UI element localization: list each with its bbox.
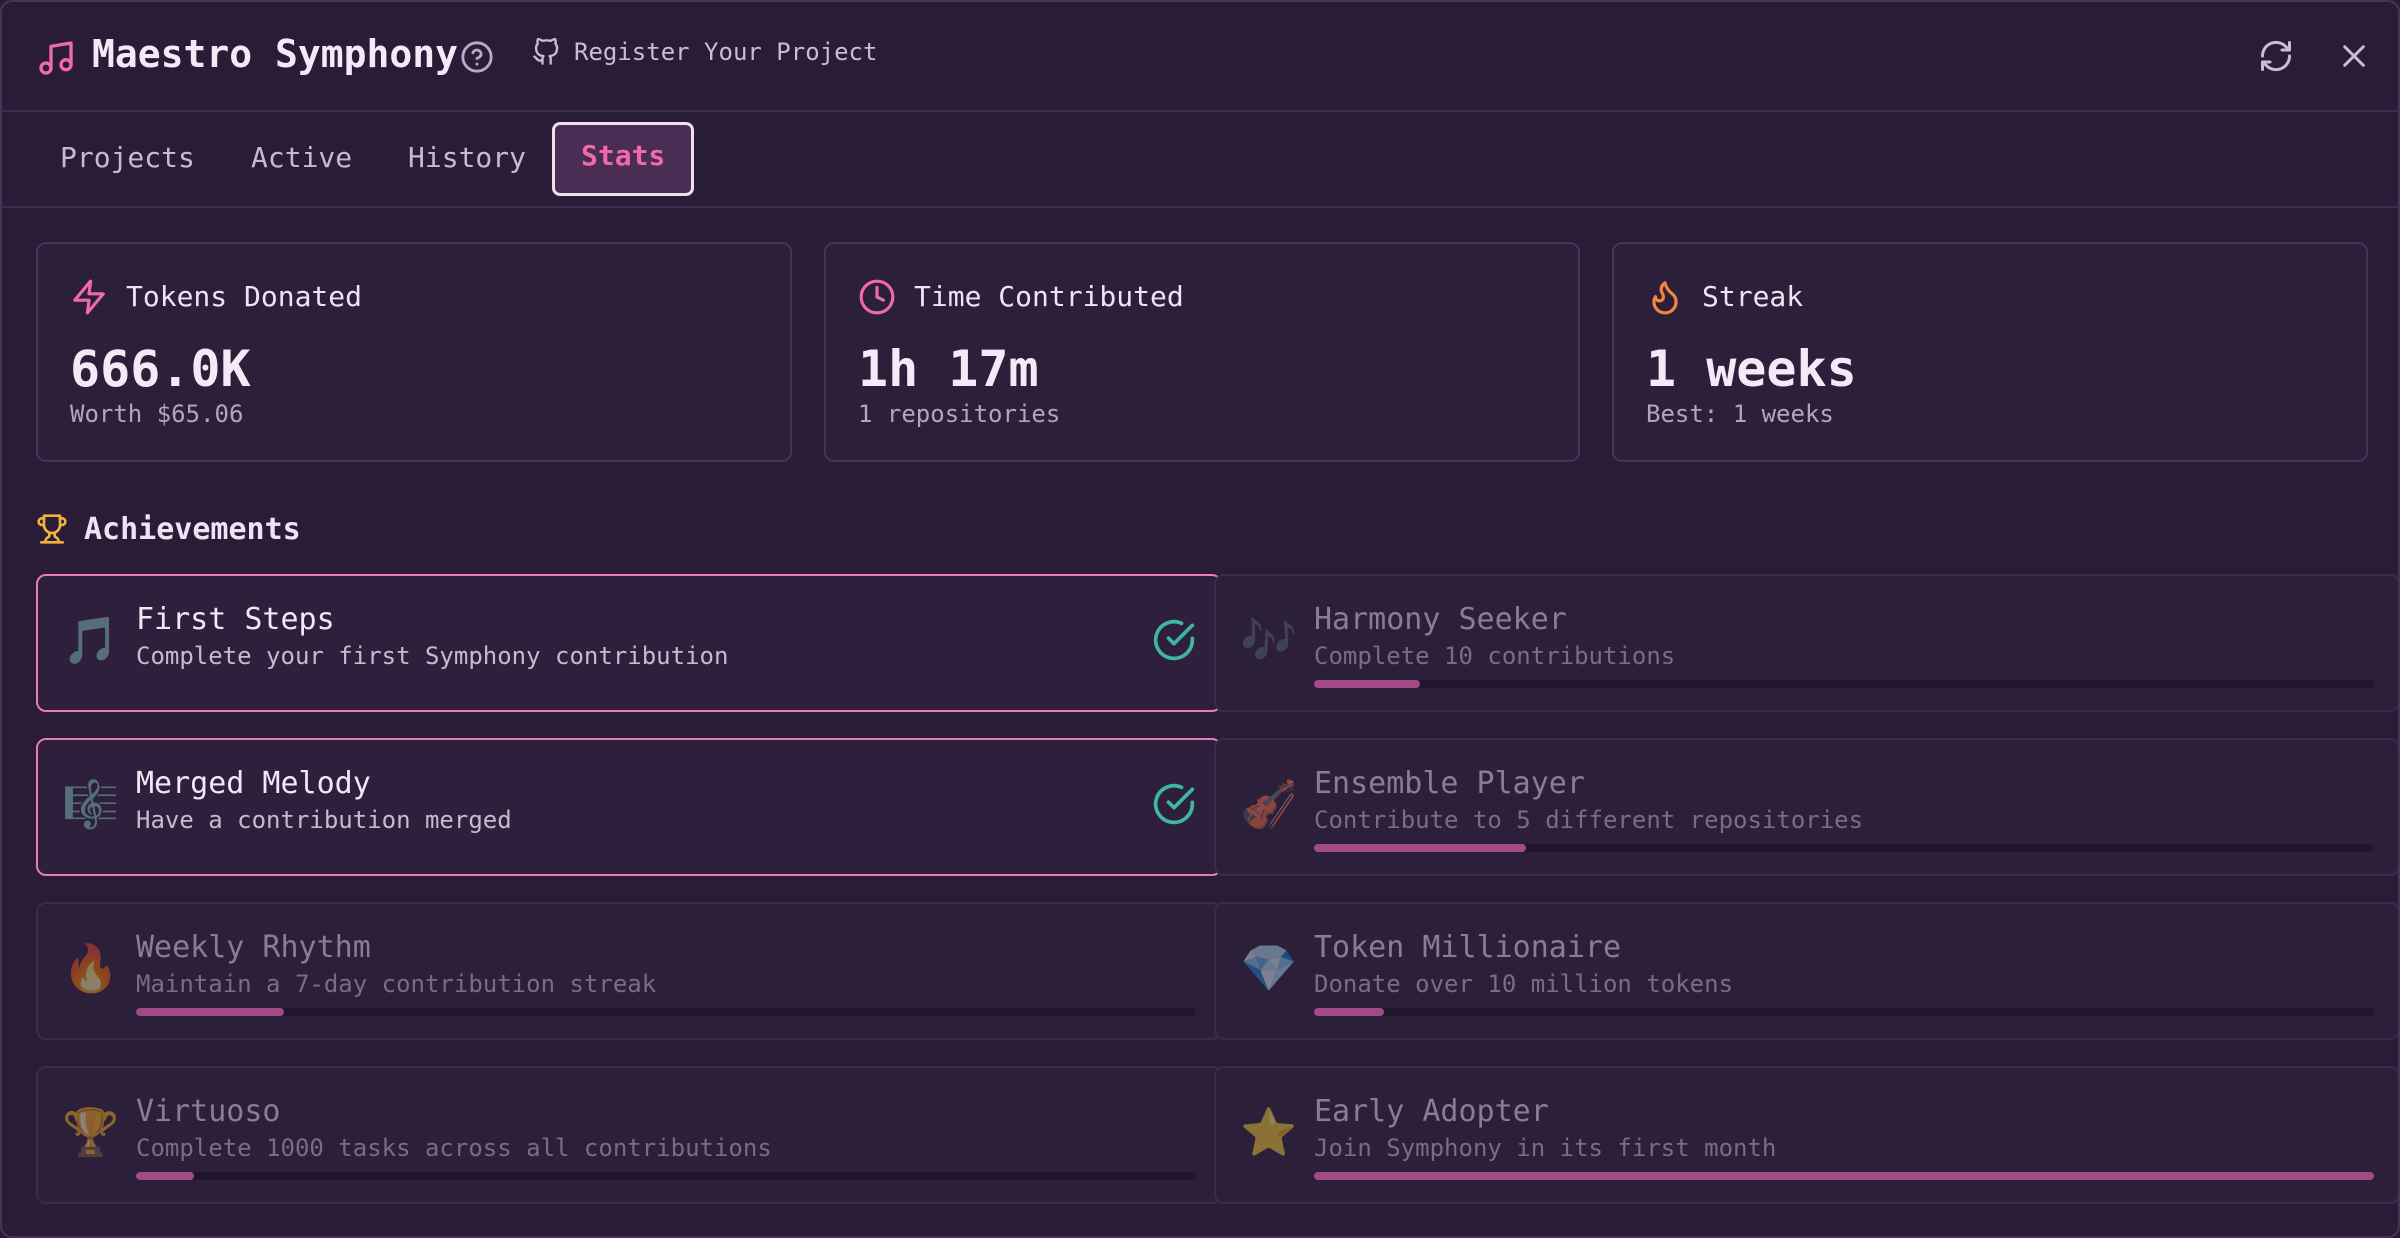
achievement-name: Weekly Rhythm: [136, 930, 371, 965]
achievement-name: Harmony Seeker: [1314, 602, 1567, 637]
tab-active[interactable]: Active: [225, 124, 378, 192]
help-circle-icon[interactable]: [460, 40, 494, 74]
achievement-progress-fill: [1314, 680, 1420, 688]
lightning-icon: [73, 279, 105, 315]
achievement-emoji-icon: 🎼: [62, 777, 120, 831]
github-icon: [533, 38, 559, 65]
title-bar: Maestro Symphony Register Your Project: [2, 2, 2398, 112]
achievement-description: Complete 10 contributions: [1314, 642, 1676, 670]
streak-heading: Streak: [1702, 280, 1804, 313]
achievement-progress-track: [1314, 1172, 2374, 1180]
check-circle-icon: [1153, 783, 1195, 825]
achievement-emoji-icon: 🎵: [62, 613, 120, 667]
app-title: Maestro Symphony: [92, 32, 459, 76]
achievement-card: 🎻 Ensemble Player Contribute to 5 differen…: [1214, 738, 2398, 876]
tokens-donated-card: Tokens Donated 666.0K Worth $65.06: [36, 242, 792, 462]
refresh-icon[interactable]: [2258, 38, 2294, 74]
achievement-description: Contribute to 5 different repositories: [1314, 806, 1864, 834]
achievement-progress-track: [1314, 844, 2374, 852]
achievement-progress-track: [136, 1008, 1196, 1016]
achievement-progress-track: [136, 1172, 1196, 1180]
achievement-progress-fill: [136, 1172, 195, 1180]
time-contributed-repos: 1 repositories: [858, 400, 1061, 428]
tokens-donated-value: 666.0K: [70, 340, 251, 398]
tokens-donated-worth: Worth $65.06: [70, 400, 244, 428]
achievement-description: Have a contribution merged: [136, 806, 512, 834]
achievement-name: Token Millionaire: [1314, 930, 1622, 965]
achievement-progress-fill: [1314, 1008, 1384, 1016]
streak-best: Best: 1 weeks: [1646, 400, 1834, 428]
tokens-donated-heading: Tokens Donated: [126, 280, 363, 313]
achievement-card: 🔥 Weekly Rhythm Maintain a 7-day contribut…: [36, 902, 1222, 1040]
achievements-heading: Achievements: [84, 512, 301, 547]
tab-bar: Projects Active History Stats: [2, 110, 2398, 208]
achievement-emoji-icon: 🔥: [62, 941, 120, 995]
tab-projects[interactable]: Projects: [34, 124, 221, 192]
achievement-description: Complete 1000 tasks across all contribut…: [136, 1134, 772, 1162]
achievement-progress-fill: [1314, 844, 1526, 852]
tab-history[interactable]: History: [382, 124, 552, 192]
register-project-button[interactable]: Register Your Project: [532, 38, 877, 66]
trophy-icon: [37, 514, 67, 544]
achievement-description: Donate over 10 million tokens: [1314, 970, 1734, 998]
achievement-name: Ensemble Player: [1314, 766, 1585, 801]
time-contributed-value: 1h 17m: [858, 340, 1039, 398]
achievement-card: 🎼 Merged Melody Have a contribution merged: [36, 738, 1222, 876]
achievement-description: Join Symphony in its first month: [1314, 1134, 1777, 1162]
symphony-window: Maestro Symphony Register Your Project P…: [0, 0, 2400, 1238]
achievement-progress-track: [1314, 680, 2374, 688]
achievement-card: 💎 Token Millionaire Donate over 10 million…: [1214, 902, 2398, 1040]
streak-value: 1 weeks: [1646, 340, 1857, 398]
achievement-description: Maintain a 7-day contribution streak: [136, 970, 657, 998]
achievement-name: Early Adopter: [1314, 1094, 1549, 1129]
streak-card: Streak 1 weeks Best: 1 weeks: [1612, 242, 2368, 462]
achievement-card: 🎵 First Steps Complete your first Symphony…: [36, 574, 1222, 712]
tab-stats[interactable]: Stats: [552, 122, 695, 196]
achievement-progress-track: [1314, 1008, 2374, 1016]
achievement-emoji-icon: 🎻: [1240, 777, 1298, 831]
achievement-card: 🏆 Virtuoso Complete 1000 tasks across all …: [36, 1066, 1222, 1204]
achievement-name: First Steps: [136, 602, 335, 637]
close-icon[interactable]: [2338, 40, 2370, 72]
achievement-name: Merged Melody: [136, 766, 371, 801]
achievement-progress-fill: [136, 1008, 285, 1016]
achievement-description: Complete your first Symphony contributio…: [136, 642, 729, 670]
achievement-name: Virtuoso: [136, 1094, 281, 1129]
achievement-emoji-icon: 🎶: [1240, 613, 1298, 667]
achievement-emoji-icon: ⭐: [1240, 1105, 1298, 1159]
clock-icon: [859, 279, 895, 315]
time-contributed-heading: Time Contributed: [914, 280, 1184, 313]
flame-icon: [1652, 281, 1678, 315]
achievement-progress-fill: [1314, 1172, 2374, 1180]
achievement-emoji-icon: 🏆: [62, 1105, 120, 1159]
achievement-card: 🎶 Harmony Seeker Complete 10 contributions: [1214, 574, 2398, 712]
music-note-icon: [39, 41, 73, 75]
achievement-card: ⭐ Early Adopter Join Symphony in its first…: [1214, 1066, 2398, 1204]
check-circle-icon: [1153, 619, 1195, 661]
time-contributed-card: Time Contributed 1h 17m 1 repositories: [824, 242, 1580, 462]
achievement-emoji-icon: 💎: [1240, 941, 1298, 995]
register-project-label: Register Your Project: [574, 38, 878, 66]
